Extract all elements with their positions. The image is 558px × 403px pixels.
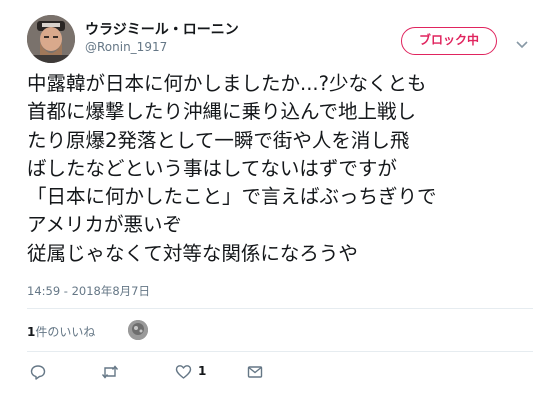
- retweet-icon[interactable]: [101, 364, 119, 382]
- tweet-timestamp[interactable]: 14:59 - 2018年8月7日: [27, 283, 150, 299]
- blocked-button[interactable]: ブロック中: [401, 27, 497, 55]
- user-handle[interactable]: @Ronin_1917: [85, 40, 167, 54]
- tweet-line: 中露韓が日本に何かしましたか...?少なくとも: [27, 72, 427, 95]
- avatar-image: [27, 15, 75, 63]
- heart-icon[interactable]: [175, 364, 192, 382]
- display-name[interactable]: ウラジミール・ローニン: [85, 19, 239, 39]
- avatar[interactable]: [27, 15, 75, 63]
- chevron-down-icon[interactable]: [516, 35, 528, 49]
- likes-label: 件のいいね: [35, 325, 96, 339]
- tweet-line: 「日本に何かしたこと」で言えばぶっちぎりで: [27, 185, 437, 209]
- envelope-icon[interactable]: [247, 364, 263, 382]
- tweet-line: 従属じゃなくて対等な関係になろうや: [27, 241, 358, 265]
- divider: [27, 308, 533, 309]
- reply-icon[interactable]: [30, 364, 46, 382]
- tweet-text: 中露韓が日本に何かしましたか...?少なくとも 首都に爆撃したり沖縄に乗り込んで地…: [27, 70, 547, 268]
- tweet-line: たり原爆2発落として一瞬で街や人を消し飛: [27, 128, 410, 152]
- tweet-line: ばしたなどという事はしてないはずですが: [27, 156, 397, 180]
- liker-avatar[interactable]: [128, 320, 148, 340]
- tweet-line: アメリカが悪いぞ: [27, 213, 183, 237]
- tweet-line: 首都に爆撃したり沖縄に乗り込んで地上戦し: [27, 100, 417, 124]
- divider: [27, 351, 533, 352]
- liker-avatar-image: [128, 320, 148, 340]
- likes-summary[interactable]: 1件のいいね: [27, 323, 95, 340]
- like-count: 1: [198, 364, 207, 378]
